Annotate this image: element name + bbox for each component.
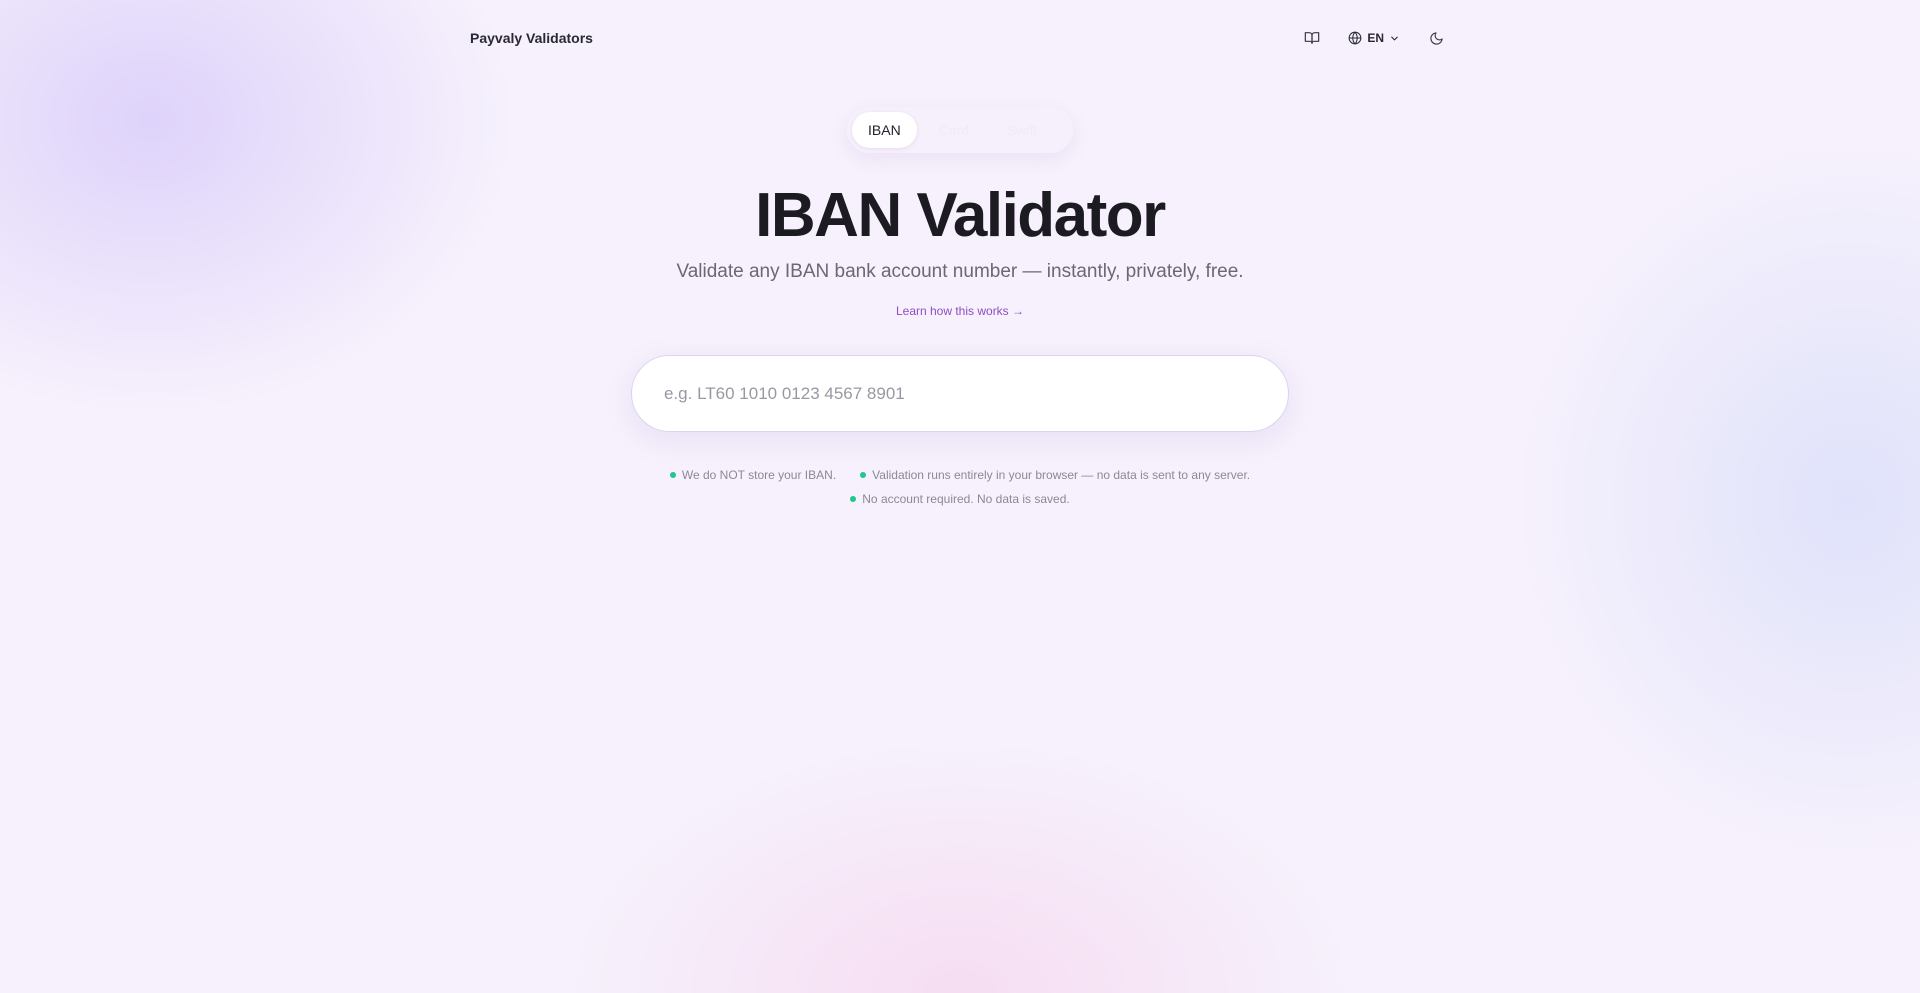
- top-bar: Payvaly Validators EN: [470, 20, 1450, 56]
- iban-input-wrapper: [631, 355, 1289, 432]
- page-title: IBAN Validator: [755, 181, 1166, 250]
- privacy-note: No account required. No data is saved.: [850, 492, 1070, 506]
- moon-icon[interactable]: [1422, 24, 1450, 52]
- tab-iban[interactable]: IBAN: [852, 112, 917, 148]
- chevron-down-icon: [1389, 33, 1400, 44]
- header-actions: EN: [1298, 24, 1450, 52]
- language-selector[interactable]: EN: [1348, 24, 1400, 52]
- language-label: EN: [1367, 31, 1384, 45]
- validator-tabs: IBAN Card Swift: [847, 107, 1073, 153]
- privacy-notes: We do NOT store your IBAN. Validation ru…: [0, 463, 1920, 511]
- tab-card[interactable]: Card: [923, 112, 985, 148]
- globe-icon: [1348, 31, 1362, 45]
- book-open-icon[interactable]: [1298, 24, 1326, 52]
- privacy-notes-row-2: No account required. No data is saved.: [0, 487, 1920, 511]
- status-dot-icon: [850, 496, 857, 502]
- privacy-note-text: No account required. No data is saved.: [862, 492, 1070, 506]
- page-subtitle: Validate any IBAN bank account number — …: [676, 261, 1244, 282]
- iban-input[interactable]: [632, 356, 1288, 431]
- privacy-notes-row-1: We do NOT store your IBAN. Validation ru…: [0, 463, 1920, 487]
- privacy-note-text: Validation runs entirely in your browser…: [872, 468, 1251, 482]
- privacy-note-text: We do NOT store your IBAN.: [681, 468, 837, 482]
- tab-swift[interactable]: Swift: [991, 112, 1053, 148]
- learn-how-link[interactable]: Learn how this works →: [896, 304, 1024, 318]
- privacy-note: Validation runs entirely in your browser…: [860, 468, 1250, 482]
- brand-name[interactable]: Payvaly Validators: [470, 30, 593, 46]
- status-dot-icon: [860, 472, 867, 478]
- learn-link-row: Learn how this works →: [0, 302, 1920, 320]
- status-dot-icon: [669, 472, 676, 478]
- privacy-note: We do NOT store your IBAN.: [669, 468, 837, 482]
